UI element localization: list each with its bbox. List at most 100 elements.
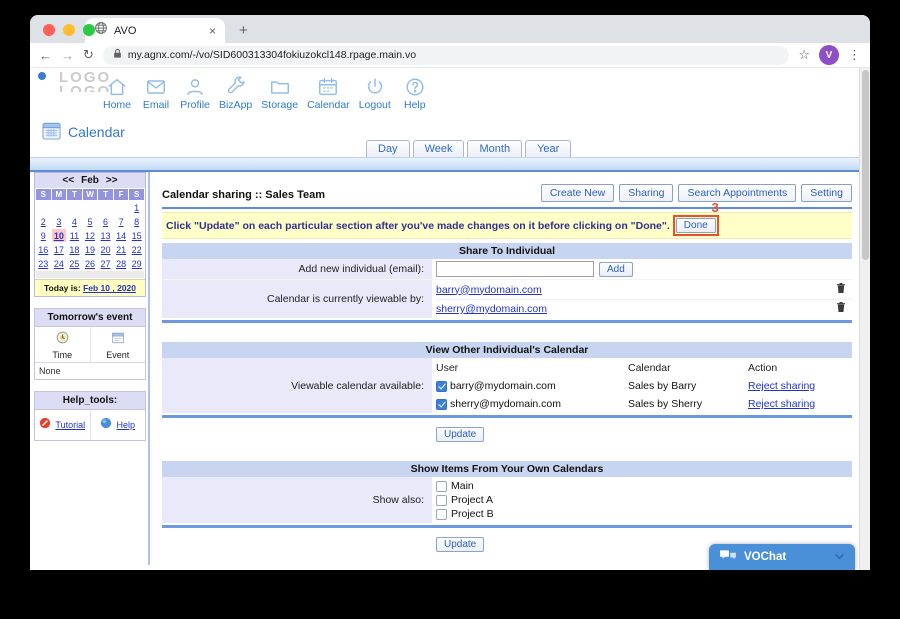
calendar-day-cell[interactable]: 5 [83,215,98,228]
bookmark-star-icon[interactable]: ☆ [798,47,810,63]
calendar-day-cell[interactable]: 1 [129,201,144,214]
sharing-button[interactable]: Sharing [619,184,673,202]
calendar-day-link[interactable]: 6 [103,217,108,227]
prev-month-button[interactable]: << [62,175,74,186]
update-button-view-other[interactable]: Update [436,427,484,442]
calendar-day-cell[interactable]: 10 [52,229,67,242]
trash-icon[interactable] [836,300,846,318]
calendar-day-cell[interactable]: 27 [98,257,113,270]
calendar-day-cell[interactable]: 17 [52,243,67,256]
calendar-day-cell[interactable]: 13 [98,229,113,242]
calendar-day-cell[interactable]: 26 [83,257,98,270]
reject-sharing-link[interactable]: Reject sharing [748,398,815,410]
calendar-day-link[interactable]: 3 [56,217,61,227]
calendar-day-link[interactable]: 8 [134,217,139,227]
viewer-email-link[interactable]: sherry@mydomain.com [436,303,547,315]
calendar-day-link[interactable]: 21 [116,245,126,255]
calendar-day-cell[interactable]: 4 [67,215,82,228]
add-individual-email-input[interactable] [436,261,594,277]
tab-close-icon[interactable]: × [209,24,216,38]
calendar-day-cell[interactable]: 25 [67,257,82,270]
browser-menu-icon[interactable]: ⋮ [848,47,861,63]
calendar-day-link[interactable]: 15 [132,231,142,241]
main-checkbox[interactable] [436,481,447,492]
help-link[interactable]: Help [116,420,135,430]
search-appointments-button[interactable]: Search Appointments [678,184,796,202]
calendar-day-link[interactable]: 5 [87,217,92,227]
nav-item-calendar[interactable]: Calendar [307,76,350,111]
calendar-day-cell[interactable]: 20 [98,243,113,256]
calendar-day-cell[interactable]: 21 [114,243,129,256]
back-icon[interactable]: ← [39,48,52,63]
url-bar[interactable]: my.agnx.com/-/vo/SID600313304fokiuzokcl1… [103,46,789,65]
minimize-window-button[interactable] [63,24,75,36]
calendar-day-link[interactable]: 28 [116,259,126,269]
calendar-day-link[interactable]: 17 [54,245,64,255]
project-b-checkbox[interactable] [436,509,447,520]
calendar-day-link[interactable]: 29 [132,259,142,269]
close-window-button[interactable] [43,24,55,36]
create-new-button[interactable]: Create New [541,184,614,202]
calendar-day-cell[interactable]: 7 [114,215,129,228]
calendar-day-link[interactable]: 13 [101,231,111,241]
calendar-day-link[interactable]: 19 [85,245,95,255]
calendar-day-cell[interactable]: 9 [36,229,51,242]
nav-item-help[interactable]: Help [400,76,430,111]
nav-item-profile[interactable]: Profile [180,76,210,111]
trash-icon[interactable] [836,281,846,299]
calendar-day-link[interactable]: 22 [132,245,142,255]
viewer-email-link[interactable]: barry@mydomain.com [436,284,542,296]
calendar-day-cell[interactable]: 28 [114,257,129,270]
new-tab-button[interactable]: + [239,22,248,39]
calendar-day-link[interactable]: 27 [101,259,111,269]
calendar-day-link[interactable]: 9 [41,231,46,241]
calendar-day-link[interactable]: 16 [38,245,48,255]
tab-day[interactable]: Day [366,140,410,157]
reject-sharing-link[interactable]: Reject sharing [748,380,815,392]
update-button-show-items[interactable]: Update [436,537,484,552]
today-date-link[interactable]: Feb 10 , 2020 [83,283,136,293]
calendar-day-link[interactable]: 18 [69,245,79,255]
vochat-widget[interactable]: VOChat [709,544,855,570]
nav-item-storage[interactable]: Storage [261,76,298,111]
calendar-day-link[interactable]: 20 [101,245,111,255]
calendar-day-cell[interactable]: 22 [129,243,144,256]
calendar-day-link[interactable]: 2 [41,217,46,227]
calendar-day-cell[interactable]: 29 [129,257,144,270]
tab-month[interactable]: Month [467,140,522,157]
calendar-day-cell[interactable]: 11 [67,229,82,242]
nav-item-logout[interactable]: Logout [359,76,391,111]
calendar-day-cell[interactable]: 24 [52,257,67,270]
calendar-day-link[interactable]: 25 [69,259,79,269]
calendar-day-link[interactable]: 4 [72,217,77,227]
tab-year[interactable]: Year [525,140,571,157]
calendar-day-link[interactable]: 11 [70,231,79,241]
user-checkbox[interactable] [436,399,447,410]
calendar-day-link[interactable]: 10 [54,231,64,241]
calendar-day-link[interactable]: 24 [54,259,64,269]
calendar-day-link[interactable]: 26 [85,259,95,269]
calendar-day-link[interactable]: 23 [38,259,48,269]
tab-week[interactable]: Week [413,140,465,157]
calendar-day-cell[interactable]: 23 [36,257,51,270]
forward-icon[interactable]: → [61,48,74,63]
add-button[interactable]: Add [599,262,633,277]
user-checkbox[interactable] [436,381,447,392]
nav-item-email[interactable]: Email [141,76,171,111]
next-month-button[interactable]: >> [106,175,118,186]
project-a-checkbox[interactable] [436,495,447,506]
chevron-down-icon[interactable] [834,551,845,563]
calendar-day-cell[interactable]: 8 [129,215,144,228]
calendar-day-cell[interactable]: 18 [67,243,82,256]
calendar-day-link[interactable]: 1 [134,203,139,213]
done-button[interactable]: Done [676,218,716,233]
nav-item-home[interactable]: Home [102,76,132,111]
nav-item-bizapp[interactable]: BizApp [219,76,252,111]
calendar-day-cell[interactable]: 6 [98,215,113,228]
calendar-day-cell[interactable]: 2 [36,215,51,228]
setting-button[interactable]: Setting [801,184,852,202]
reload-icon[interactable]: ↻ [83,47,94,63]
profile-avatar[interactable]: V [819,45,839,65]
calendar-day-cell[interactable]: 12 [83,229,98,242]
calendar-day-cell[interactable]: 16 [36,243,51,256]
